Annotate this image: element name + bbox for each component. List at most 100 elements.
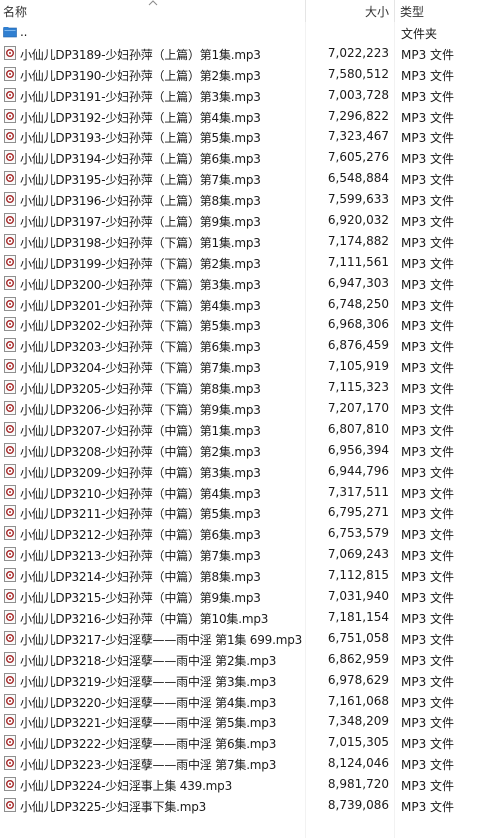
file-type: MP3 文件 <box>401 758 455 773</box>
mp3-file-icon <box>4 735 16 750</box>
file-size: 6,947,303 <box>327 275 389 290</box>
file-type: MP3 文件 <box>401 361 455 376</box>
file-row[interactable]: 小仙儿DP3192-少妇孙萍（上篇）第4集.mp3 7,296,822 MP3 文件 <box>0 106 482 127</box>
file-row[interactable]: 小仙儿DP3203-少妇孙萍（下篇）第6集.mp3 6,876,459 MP3 文件 <box>0 335 482 356</box>
file-row[interactable]: 小仙儿DP3193-少妇孙萍（上篇）第5集.mp3 7,323,467 MP3 文件 <box>0 126 482 147</box>
file-list: .. 文件夹 小仙儿DP3189-少妇孙萍（上篇）第1集.mp3 7,022,22… <box>0 22 482 816</box>
file-row[interactable]: 小仙儿DP3210-少妇孙萍（中篇）第4集.mp3 7,317,511 MP3 文件 <box>0 482 482 503</box>
mp3-file-icon <box>4 317 16 332</box>
parent-folder-label: .. <box>20 25 28 39</box>
file-type: MP3 文件 <box>401 256 455 271</box>
file-row[interactable]: 小仙儿DP3190-少妇孙萍（上篇）第2集.mp3 7,580,512 MP3 文件 <box>0 64 482 85</box>
file-row[interactable]: 小仙儿DP3191-少妇孙萍（上篇）第3集.mp3 7,003,728 MP3 文件 <box>0 85 482 106</box>
file-row[interactable]: 小仙儿DP3225-少妇淫事下集.mp3 8,739,086 MP3 文件 <box>0 795 482 816</box>
file-name: 小仙儿DP3202-少妇孙萍（下篇）第5集.mp3 <box>20 319 261 334</box>
mp3-file-icon <box>4 568 16 583</box>
file-type: MP3 文件 <box>401 632 455 647</box>
file-type: MP3 文件 <box>401 674 455 689</box>
mp3-file-icon <box>4 254 16 269</box>
file-row[interactable]: 小仙儿DP3194-少妇孙萍（上篇）第6集.mp3 7,605,276 MP3 文件 <box>0 147 482 168</box>
parent-folder-row[interactable]: .. 文件夹 <box>0 22 482 43</box>
file-size: 7,323,467 <box>327 129 389 144</box>
file-type: MP3 文件 <box>401 340 455 355</box>
file-row[interactable]: 小仙儿DP3206-少妇孙萍（下篇）第9集.mp3 7,207,170 MP3 文件 <box>0 398 482 419</box>
file-row[interactable]: 小仙儿DP3202-少妇孙萍（下篇）第5集.mp3 6,968,306 MP3 文件 <box>0 314 482 335</box>
file-row[interactable]: 小仙儿DP3205-少妇孙萍（下篇）第8集.mp3 7,115,323 MP3 文件 <box>0 377 482 398</box>
mp3-file-icon <box>4 87 16 102</box>
file-row[interactable]: 小仙儿DP3213-少妇孙萍（中篇）第7集.mp3 7,069,243 MP3 文件 <box>0 544 482 565</box>
file-row[interactable]: 小仙儿DP3211-少妇孙萍（中篇）第5集.mp3 6,795,271 MP3 文件 <box>0 502 482 523</box>
mp3-file-icon <box>4 714 16 729</box>
file-row[interactable]: 小仙儿DP3208-少妇孙萍（中篇）第2集.mp3 6,956,394 MP3 文件 <box>0 440 482 461</box>
file-row[interactable]: 小仙儿DP3204-少妇孙萍（下篇）第7集.mp3 7,105,919 MP3 文件 <box>0 356 482 377</box>
file-row[interactable]: 小仙儿DP3197-少妇孙萍（上篇）第9集.mp3 6,920,032 MP3 文件 <box>0 210 482 231</box>
file-row[interactable]: 小仙儿DP3195-少妇孙萍（上篇）第7集.mp3 6,548,884 MP3 文件 <box>0 168 482 189</box>
file-type: MP3 文件 <box>401 89 455 104</box>
file-row[interactable]: 小仙儿DP3196-少妇孙萍（上篇）第8集.mp3 7,599,633 MP3 文件 <box>0 189 482 210</box>
file-row[interactable]: 小仙儿DP3207-少妇孙萍（中篇）第1集.mp3 6,807,810 MP3 文件 <box>0 419 482 440</box>
mp3-file-icon <box>4 505 16 520</box>
file-type: MP3 文件 <box>401 611 455 626</box>
file-row[interactable]: 小仙儿DP3189-少妇孙萍（上篇）第1集.mp3 7,022,223 MP3 文件 <box>0 43 482 64</box>
file-row[interactable]: 小仙儿DP3224-少妇淫事上集 439.mp3 8,981,720 MP3 文件 <box>0 774 482 795</box>
file-type: MP3 文件 <box>401 444 455 459</box>
file-row[interactable]: 小仙儿DP3221-少妇淫孽——雨中淫 第5集.mp3 7,348,209 MP3 … <box>0 711 482 732</box>
file-row[interactable]: 小仙儿DP3217-少妇淫孽——雨中淫 第1集 699.mp3 6,751,058… <box>0 628 482 649</box>
file-row[interactable]: 小仙儿DP3222-少妇淫孽——雨中淫 第6集.mp3 7,015,305 MP3 … <box>0 732 482 753</box>
file-size: 7,015,305 <box>327 735 389 750</box>
file-row[interactable]: 小仙儿DP3220-少妇淫孽——雨中淫 第4集.mp3 7,161,068 MP3 … <box>0 691 482 712</box>
column-header-name[interactable]: 名称 <box>3 3 27 20</box>
file-size: 8,981,720 <box>327 777 389 792</box>
file-name: 小仙儿DP3221-少妇淫孽——雨中淫 第5集.mp3 <box>20 716 277 731</box>
file-type: MP3 文件 <box>401 779 455 794</box>
file-type: MP3 文件 <box>401 319 455 334</box>
file-name: 小仙儿DP3194-少妇孙萍（上篇）第6集.mp3 <box>20 152 261 167</box>
file-size: 6,944,796 <box>327 463 389 478</box>
file-name: 小仙儿DP3201-少妇孙萍（下篇）第4集.mp3 <box>20 298 261 313</box>
file-type: MP3 文件 <box>401 235 455 250</box>
file-row[interactable]: 小仙儿DP3200-少妇孙萍（下篇）第3集.mp3 6,947,303 MP3 文件 <box>0 273 482 294</box>
file-row[interactable]: 小仙儿DP3223-少妇淫孽——雨中淫 第7集.mp3 8,124,046 MP3 … <box>0 753 482 774</box>
file-type: MP3 文件 <box>401 695 455 710</box>
file-row[interactable]: 小仙儿DP3214-少妇孙萍（中篇）第8集.mp3 7,112,815 MP3 文件 <box>0 565 482 586</box>
file-name: 小仙儿DP3208-少妇孙萍（中篇）第2集.mp3 <box>20 444 261 459</box>
file-row[interactable]: 小仙儿DP3199-少妇孙萍（下篇）第2集.mp3 7,111,561 MP3 文件 <box>0 252 482 273</box>
column-header-type[interactable]: 类型 <box>400 3 424 20</box>
file-size: 6,876,459 <box>327 338 389 353</box>
mp3-file-icon <box>4 547 16 562</box>
mp3-file-icon <box>4 213 16 228</box>
file-size: 6,751,058 <box>327 630 389 645</box>
mp3-file-icon <box>4 609 16 624</box>
file-row[interactable]: 小仙儿DP3201-少妇孙萍（下篇）第4集.mp3 6,748,250 MP3 文件 <box>0 294 482 315</box>
file-row[interactable]: 小仙儿DP3216-少妇孙萍（中篇）第10集.mp3 7,181,154 MP3 文… <box>0 607 482 628</box>
mp3-file-icon <box>4 233 16 248</box>
column-header-size[interactable]: 大小 <box>305 3 389 20</box>
file-row[interactable]: 小仙儿DP3212-少妇孙萍（中篇）第6集.mp3 6,753,579 MP3 文件 <box>0 523 482 544</box>
mp3-file-icon <box>4 338 16 353</box>
file-row[interactable]: 小仙儿DP3198-少妇孙萍（下篇）第1集.mp3 7,174,882 MP3 文件 <box>0 231 482 252</box>
file-size: 7,181,154 <box>327 609 389 624</box>
file-name: 小仙儿DP3209-少妇孙萍（中篇）第3集.mp3 <box>20 465 261 480</box>
file-size: 6,548,884 <box>327 171 389 186</box>
file-row[interactable]: 小仙儿DP3215-少妇孙萍（中篇）第9集.mp3 7,031,940 MP3 文件 <box>0 586 482 607</box>
file-name: 小仙儿DP3195-少妇孙萍（上篇）第7集.mp3 <box>20 173 261 188</box>
file-type: MP3 文件 <box>401 215 455 230</box>
file-type: MP3 文件 <box>401 423 455 438</box>
mp3-file-icon <box>4 777 16 792</box>
file-size: 7,296,822 <box>327 108 389 123</box>
file-size: 7,105,919 <box>327 359 389 374</box>
file-name: 小仙儿DP3205-少妇孙萍（下篇）第8集.mp3 <box>20 382 261 397</box>
file-name: 小仙儿DP3222-少妇淫孽——雨中淫 第6集.mp3 <box>20 737 277 752</box>
folder-up-icon <box>3 27 17 38</box>
file-row[interactable]: 小仙儿DP3218-少妇淫孽——雨中淫 第2集.mp3 6,862,959 MP3 … <box>0 649 482 670</box>
file-size: 6,862,959 <box>327 651 389 666</box>
file-size: 6,956,394 <box>327 442 389 457</box>
sort-up-icon <box>148 0 158 6</box>
file-name: 小仙儿DP3213-少妇孙萍（中篇）第7集.mp3 <box>20 549 261 564</box>
mp3-file-icon <box>4 463 16 478</box>
file-type: MP3 文件 <box>401 173 455 188</box>
file-row[interactable]: 小仙儿DP3219-少妇淫孽——雨中淫 第3集.mp3 6,978,629 MP3 … <box>0 670 482 691</box>
column-divider[interactable] <box>394 0 395 22</box>
file-row[interactable]: 小仙儿DP3209-少妇孙萍（中篇）第3集.mp3 6,944,796 MP3 文件 <box>0 461 482 482</box>
file-name: 小仙儿DP3207-少妇孙萍（中篇）第1集.mp3 <box>20 423 261 438</box>
